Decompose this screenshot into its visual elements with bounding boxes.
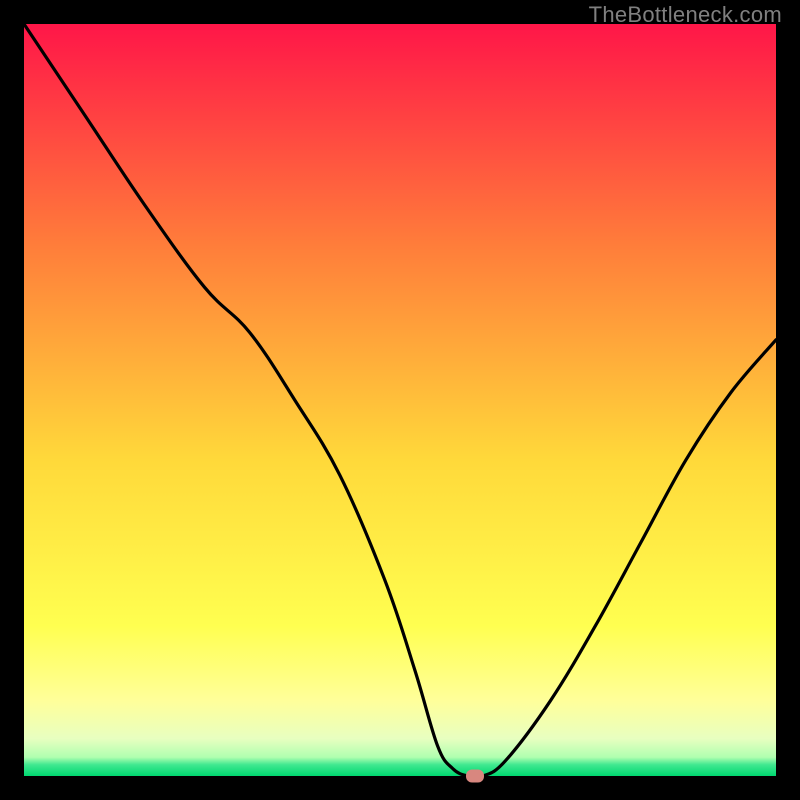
watermark-text: TheBottleneck.com — [589, 2, 782, 28]
chart-frame — [24, 24, 776, 776]
optimal-marker — [466, 770, 484, 783]
bottleneck-curve — [24, 24, 776, 776]
